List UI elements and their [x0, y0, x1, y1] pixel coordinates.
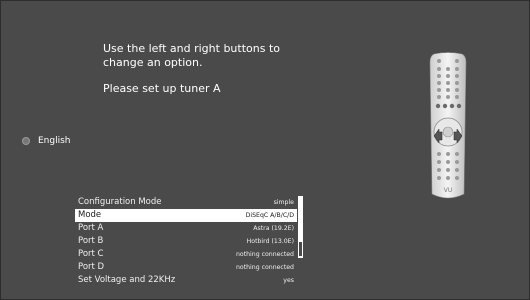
instruction-line-1: Use the left and right buttons to: [103, 42, 280, 55]
menu-row-port-a[interactable]: Port A Astra (19.2E): [75, 222, 297, 235]
row-value: Hotbird (13.0E): [246, 238, 294, 245]
row-label: Port D: [78, 262, 105, 272]
tuner-config-menu: Configuration Mode simple Mode DiSEqC A/…: [75, 196, 297, 287]
row-label: Configuration Mode: [78, 197, 162, 207]
menu-row-mode[interactable]: Mode DiSEqC A/B/C/D: [75, 209, 297, 222]
language-label: English: [38, 136, 71, 146]
scrollbar-thumb[interactable]: [299, 242, 302, 256]
row-value: Astra (19.2E): [253, 225, 294, 232]
row-value: nothing connected: [236, 264, 294, 271]
row-label: Set Voltage and 22KHz: [78, 275, 176, 285]
row-value: yes: [283, 277, 294, 284]
row-value: DiSEqC A/B/C/D: [245, 212, 294, 219]
row-label: Mode: [78, 210, 102, 220]
instructions-text: Use the left and right buttons to change…: [103, 42, 313, 96]
menu-scrollbar[interactable]: [298, 196, 303, 258]
radio-icon[interactable]: [22, 137, 30, 145]
row-label: Port B: [78, 236, 104, 246]
menu-row-port-c[interactable]: Port C nothing connected: [75, 248, 297, 261]
instruction-line-2: change an option.: [103, 56, 203, 69]
tuner-setup-prompt: Please set up tuner A: [103, 82, 221, 95]
svg-text:VU: VU: [444, 187, 453, 194]
menu-row-port-b[interactable]: Port B Hotbird (13.0E): [75, 235, 297, 248]
row-value: simple: [273, 199, 294, 206]
menu-row-set-voltage[interactable]: Set Voltage and 22KHz yes: [75, 274, 297, 287]
row-value: nothing connected: [236, 251, 294, 258]
remote-control-icon: VU: [429, 52, 467, 199]
menu-row-configuration-mode[interactable]: Configuration Mode simple: [75, 196, 297, 209]
language-option[interactable]: English: [22, 136, 71, 146]
row-label: Port A: [78, 223, 104, 233]
row-label: Port C: [78, 249, 104, 259]
menu-row-port-d[interactable]: Port D nothing connected: [75, 261, 297, 274]
